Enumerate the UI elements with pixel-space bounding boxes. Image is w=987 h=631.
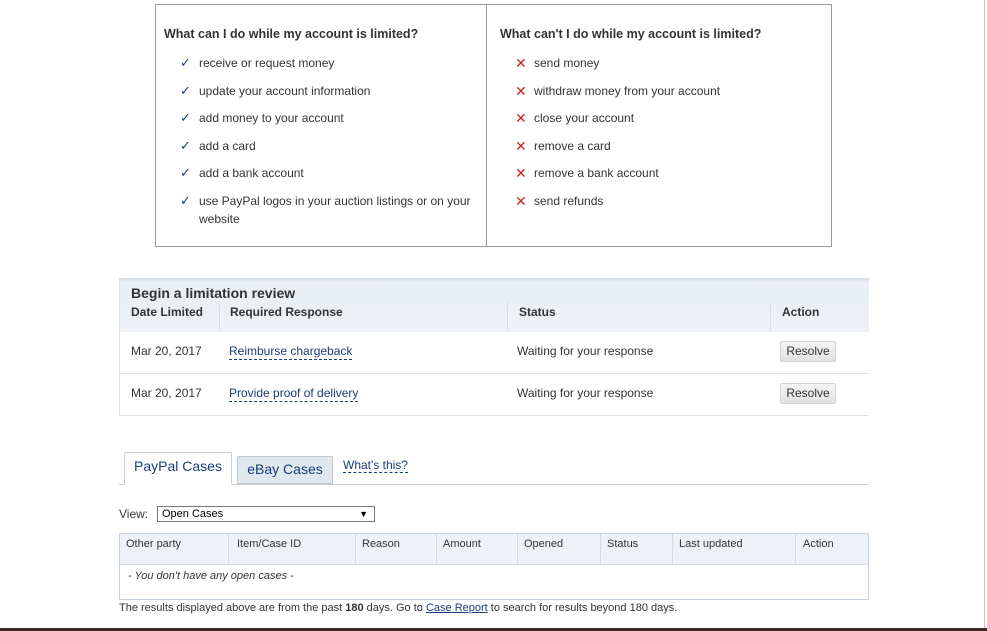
results-note: The results displayed above are from the… (119, 602, 678, 614)
check-icon: ✓ (180, 165, 191, 180)
can-do-list: ✓ receive or request money ✓ update your a… (164, 54, 486, 228)
check-icon: ✓ (180, 192, 191, 208)
cross-icon: ✕ (515, 55, 527, 71)
cross-icon: ✕ (515, 192, 527, 209)
can-do-item: ✓ add a bank account (164, 164, 486, 182)
check-icon: ✓ (180, 137, 191, 153)
column-divider (770, 302, 771, 331)
resolve-button[interactable]: Resolve (780, 341, 836, 362)
date-limited: Mar 20, 2017 (131, 386, 202, 400)
col-other-party[interactable]: Other party (126, 538, 181, 550)
column-divider (795, 534, 796, 564)
cant-do-column: What can't I do while my account is limi… (487, 5, 831, 246)
can-do-column: What can I do while my account is limite… (156, 5, 487, 246)
col-status: Status (519, 305, 556, 319)
check-icon: ✓ (180, 82, 191, 98)
cross-icon: ✕ (515, 110, 527, 126)
status-text: Waiting for your response (517, 386, 654, 400)
page-border-right (984, 0, 985, 631)
required-response-link[interactable]: Provide proof of delivery (229, 386, 359, 402)
cross-icon: ✕ (515, 82, 527, 99)
check-icon: ✓ (180, 55, 191, 70)
cant-do-heading: What can't I do while my account is limi… (500, 27, 762, 41)
column-divider (355, 534, 356, 564)
cant-do-item: ✕ send refunds (500, 192, 831, 210)
account-limits-box: What can I do while my account is limite… (155, 4, 832, 247)
tab-paypal-cases[interactable]: PayPal Cases (124, 452, 232, 485)
check-icon: ✓ (180, 110, 191, 125)
column-divider (436, 534, 437, 564)
no-cases-message: - You don't have any open cases - (128, 570, 294, 582)
cant-do-list: ✕ send money ✕ withdraw money from your ac… (500, 54, 831, 210)
table-row: Mar 20, 2017 Provide proof of delivery W… (120, 373, 869, 415)
col-date-limited: Date Limited (131, 305, 204, 319)
cases-table: Other party Item/Case ID Reason Amount O… (119, 533, 869, 600)
col-reason[interactable]: Reason (362, 538, 400, 550)
cases-table-header: Other party Item/Case ID Reason Amount O… (120, 534, 868, 565)
whats-this-link[interactable]: What's this? (343, 458, 408, 473)
col-status[interactable]: Status (607, 538, 638, 550)
view-select[interactable]: Open Cases ▼ (157, 506, 375, 522)
cant-do-item: ✕ send money (500, 54, 831, 72)
cant-do-item: ✕ remove a bank account (500, 164, 831, 182)
col-amount[interactable]: Amount (443, 538, 481, 550)
cant-do-item: ✕ close your account (500, 109, 831, 127)
column-divider (228, 534, 229, 564)
days-count: 180 (345, 602, 364, 614)
required-response-link[interactable]: Reimburse chargeback (229, 344, 353, 360)
resolve-button[interactable]: Resolve (780, 383, 836, 404)
cant-do-item: ✕ remove a card (500, 137, 831, 155)
cross-icon: ✕ (515, 165, 527, 181)
col-action: Action (782, 305, 820, 319)
status-text: Waiting for your response (517, 344, 654, 358)
can-do-item: ✓ add a card (164, 137, 486, 155)
can-do-item: ✓ update your account information (164, 82, 486, 100)
can-do-item: ✓ use PayPal logos in your auction listin… (164, 192, 486, 228)
column-divider (507, 302, 508, 331)
col-opened[interactable]: Opened (524, 538, 563, 550)
tab-ebay-cases[interactable]: eBay Cases (237, 456, 333, 484)
col-action: Action (803, 538, 834, 550)
review-title: Begin a limitation review (131, 285, 296, 301)
can-do-item: ✓ receive or request money (164, 54, 486, 72)
date-limited: Mar 20, 2017 (131, 344, 202, 358)
cant-do-item: ✕ withdraw money from your account (500, 82, 831, 100)
view-label: View: (119, 507, 149, 521)
cross-icon: ✕ (515, 137, 527, 154)
case-report-link[interactable]: Case Report (426, 602, 488, 614)
view-select-value: Open Cases (162, 508, 224, 520)
column-divider (672, 534, 673, 564)
can-do-heading: What can I do while my account is limite… (164, 27, 419, 41)
col-last-updated[interactable]: Last updated (679, 538, 743, 550)
col-required-response: Required Response (230, 305, 343, 319)
column-divider (600, 534, 601, 564)
col-item-case-id[interactable]: Item/Case ID (237, 538, 301, 550)
can-do-item: ✓ add money to your account (164, 109, 486, 127)
column-divider (517, 534, 518, 564)
limitation-review-table: Begin a limitation review Date Limited R… (119, 278, 869, 416)
table-row: Mar 20, 2017 Reimburse chargeback Waitin… (120, 332, 869, 374)
dropdown-arrow-icon: ▼ (359, 509, 368, 519)
review-header: Begin a limitation review Date Limited R… (120, 278, 869, 332)
column-divider (219, 302, 220, 331)
